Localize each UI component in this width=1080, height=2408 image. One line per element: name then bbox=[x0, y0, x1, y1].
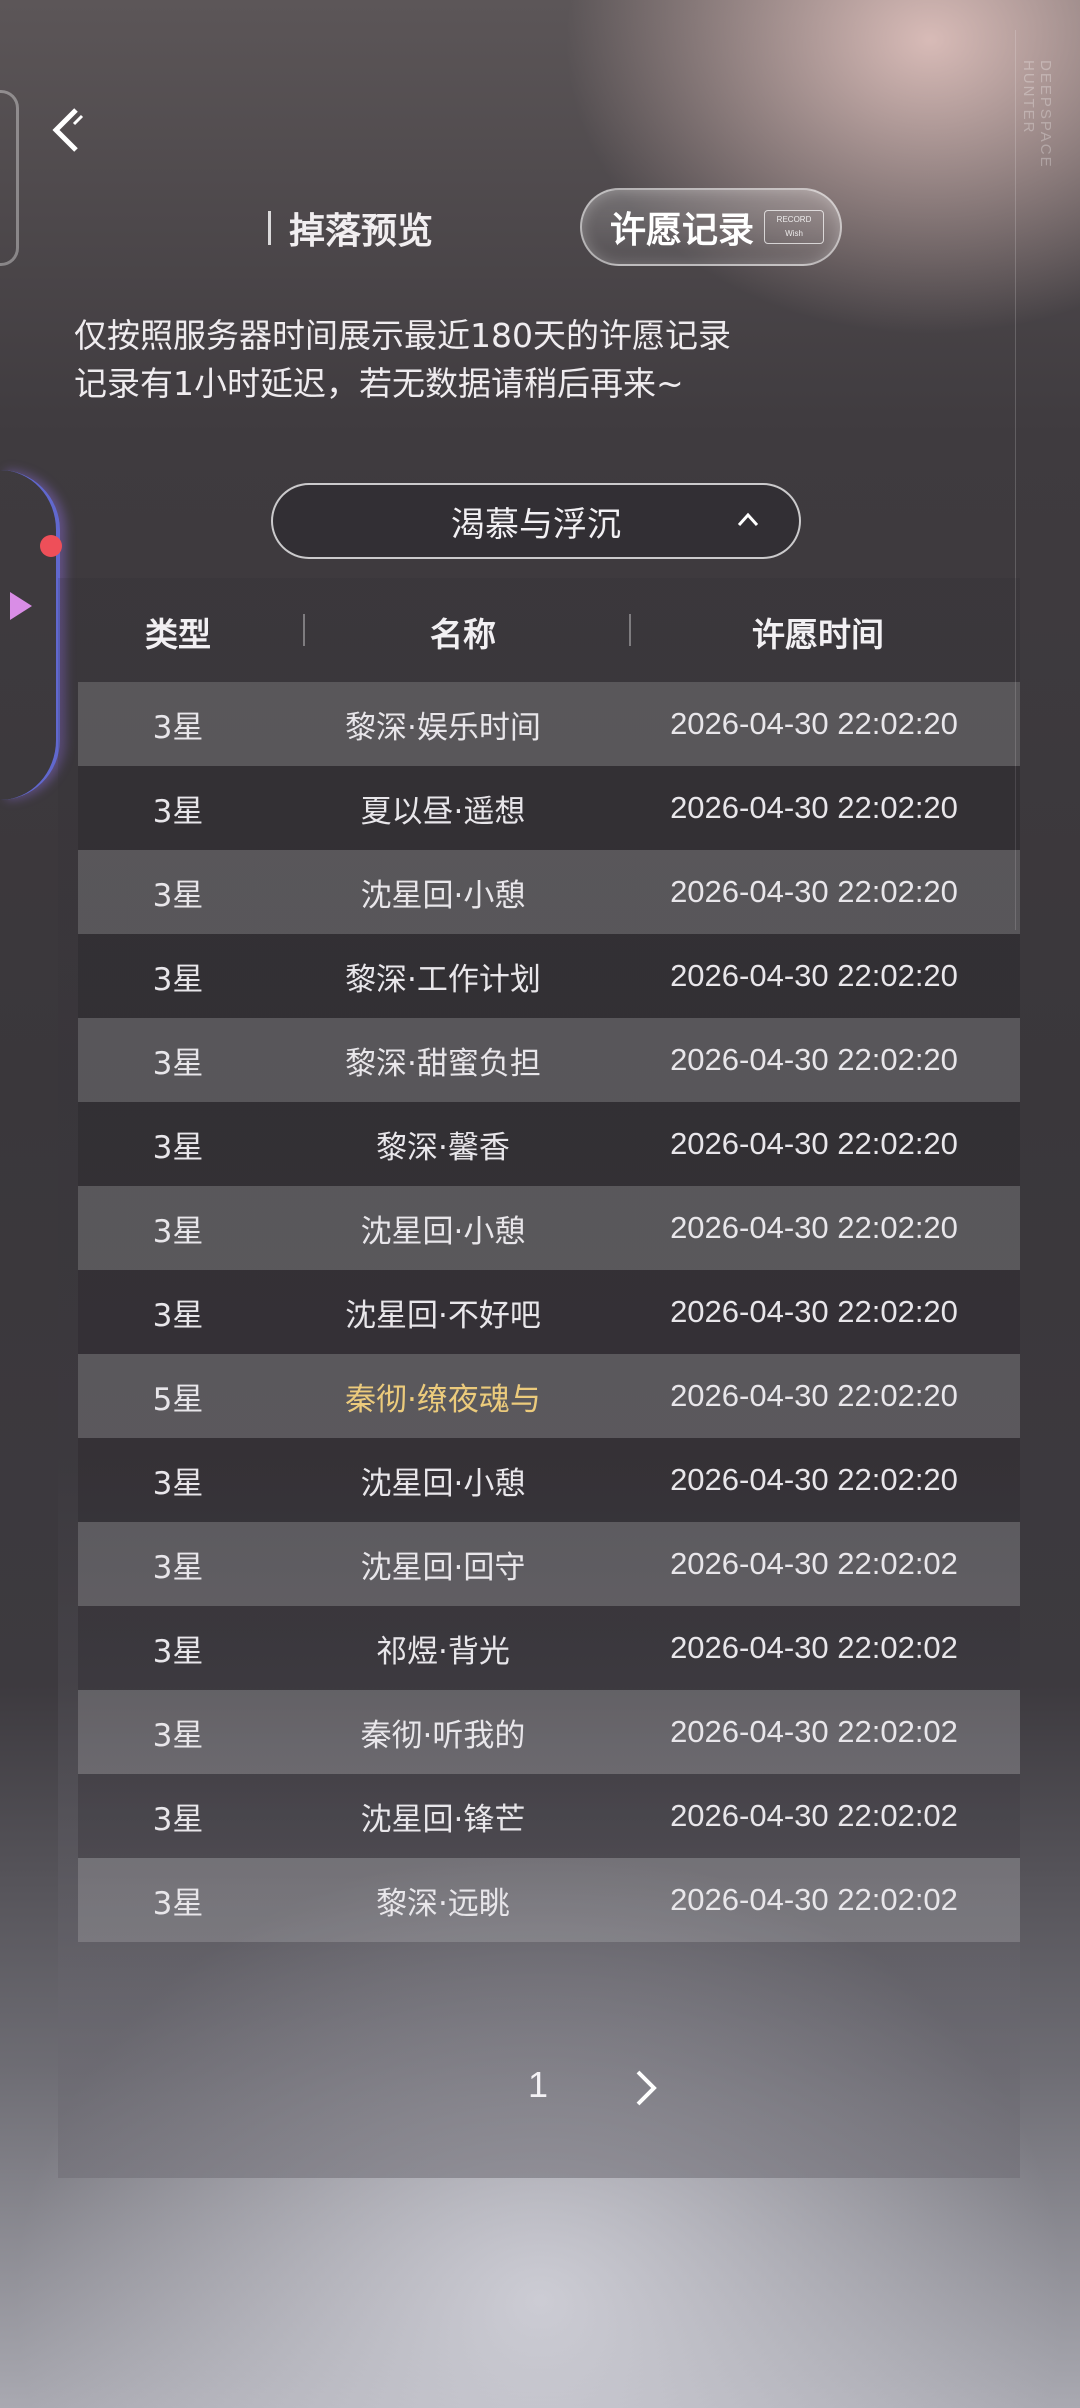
cell-name: 秦彻·听我的 bbox=[360, 1717, 526, 1754]
cell-name: 沈星回·回守 bbox=[360, 1549, 526, 1586]
cell-time: 2026-04-30 22:02:20 bbox=[670, 1210, 958, 1245]
cell-type: 3星 bbox=[152, 1465, 204, 1502]
cell-name: 沈星回·不好吧 bbox=[345, 1297, 541, 1334]
cell-time: 2026-04-30 22:02:20 bbox=[670, 874, 958, 909]
tab-wish-record-label: 许愿记录 bbox=[610, 209, 755, 251]
cell-time: 2026-04-30 22:02:20 bbox=[670, 1294, 958, 1329]
cell-time: 2026-04-30 22:02:20 bbox=[670, 790, 958, 825]
current-page[interactable]: 1 bbox=[528, 2064, 548, 2106]
table-row: 3星 夏以昼·遥想 2026-04-30 22:02:20 bbox=[78, 766, 1020, 850]
cell-time: 2026-04-30 22:02:20 bbox=[670, 1378, 958, 1413]
chevron-up-icon bbox=[737, 512, 759, 527]
table-row: 3星 沈星回·小憩 2026-04-30 22:02:20 bbox=[78, 1186, 1020, 1270]
cell-type: 3星 bbox=[152, 877, 204, 914]
cell-time: 2026-04-30 22:02:02 bbox=[670, 1882, 958, 1917]
cell-type: 3星 bbox=[152, 1213, 204, 1250]
cell-name: 沈星回·小憩 bbox=[360, 1213, 526, 1250]
cell-type: 3星 bbox=[152, 1297, 204, 1334]
table-row: 3星 秦彻·听我的 2026-04-30 22:02:02 bbox=[78, 1690, 1020, 1774]
tab-wish-record[interactable]: 许愿记录 RECORD Wish bbox=[580, 188, 842, 266]
table-row: 3星 沈星回·不好吧 2026-04-30 22:02:20 bbox=[78, 1270, 1020, 1354]
table-row: 3星 黎深·远眺 2026-04-30 22:02:02 bbox=[78, 1858, 1020, 1942]
tab-divider bbox=[268, 211, 271, 245]
cell-time: 2026-04-30 22:02:20 bbox=[670, 1042, 958, 1077]
wish-record-panel: 类型 名称 许愿时间 3星 黎深·娱乐时间 2026-04-30 22:02:20 3… bbox=[58, 578, 1020, 2178]
cell-name: 秦彻·缭夜魂与 bbox=[345, 1381, 541, 1418]
tab-drop-preview[interactable]: 掉落预览 bbox=[268, 198, 433, 258]
side-arrow-icon[interactable] bbox=[10, 592, 32, 620]
table-header: 类型 名称 许愿时间 bbox=[58, 578, 1020, 682]
notice-line-2: 记录有1小时延迟，若无数据请稍后再来~ bbox=[74, 364, 684, 403]
cell-time: 2026-04-30 22:02:02 bbox=[670, 1546, 958, 1581]
cell-type: 3星 bbox=[152, 1633, 204, 1670]
cell-name: 黎深·远眺 bbox=[376, 1885, 510, 1922]
table-row: 3星 黎深·馨香 2026-04-30 22:02:20 bbox=[78, 1102, 1020, 1186]
cell-time: 2026-04-30 22:02:02 bbox=[670, 1798, 958, 1833]
cell-name: 祁煜·背光 bbox=[376, 1633, 510, 1670]
cell-type: 3星 bbox=[152, 1885, 204, 1922]
table-row: 3星 黎深·娱乐时间 2026-04-30 22:02:20 bbox=[78, 682, 1020, 766]
cell-name: 沈星回·小憩 bbox=[360, 877, 526, 914]
cell-time: 2026-04-30 22:02:02 bbox=[670, 1714, 958, 1749]
cell-name: 沈星回·小憩 bbox=[360, 1465, 526, 1502]
chevron-right-icon[interactable] bbox=[628, 2066, 662, 2110]
notice-line-1: 仅按照服务器时间展示最近180天的许愿记录 bbox=[74, 316, 731, 355]
cell-time: 2026-04-30 22:02:20 bbox=[670, 706, 958, 741]
badge-line1: RECORD bbox=[776, 215, 812, 224]
cell-type: 3星 bbox=[152, 1801, 204, 1838]
cell-time: 2026-04-30 22:02:20 bbox=[670, 958, 958, 993]
cell-type: 3星 bbox=[152, 1549, 204, 1586]
cell-time: 2026-04-30 22:02:02 bbox=[670, 1630, 958, 1665]
cell-name: 黎深·娱乐时间 bbox=[345, 709, 541, 746]
cell-type: 3星 bbox=[152, 1717, 204, 1754]
badge-line2: Wish bbox=[785, 229, 803, 238]
table-row: 3星 沈星回·小憩 2026-04-30 22:02:20 bbox=[78, 850, 1020, 934]
side-tab-strip bbox=[0, 470, 60, 800]
cell-name: 沈星回·锋芒 bbox=[360, 1801, 526, 1838]
cell-name: 夏以昼·遥想 bbox=[360, 793, 526, 830]
banner-dropdown[interactable]: 渴慕与浮沉 bbox=[271, 483, 801, 559]
notification-dot bbox=[40, 535, 62, 557]
notice-text: 仅按照服务器时间展示最近180天的许愿记录 记录有1小时延迟，若无数据请稍后再来… bbox=[74, 312, 974, 408]
wish-record-list[interactable]: 3星 黎深·娱乐时间 2026-04-30 22:02:20 3星 夏以昼·遥想 2026… bbox=[78, 682, 1020, 1942]
table-row: 3星 沈星回·回守 2026-04-30 22:02:02 bbox=[78, 1522, 1020, 1606]
tab-drop-preview-label: 掉落预览 bbox=[289, 210, 434, 252]
cell-name: 黎深·馨香 bbox=[376, 1129, 510, 1166]
table-row: 5星 秦彻·缭夜魂与 2026-04-30 22:02:20 bbox=[78, 1354, 1020, 1438]
table-row: 3星 沈星回·锋芒 2026-04-30 22:02:02 bbox=[78, 1774, 1020, 1858]
header-type: 类型 bbox=[145, 615, 211, 654]
cell-type: 3星 bbox=[152, 793, 204, 830]
cell-type: 3星 bbox=[152, 961, 204, 998]
header-time: 许愿时间 bbox=[752, 615, 884, 654]
header-divider bbox=[629, 614, 631, 646]
table-row: 3星 祁煜·背光 2026-04-30 22:02:02 bbox=[78, 1606, 1020, 1690]
cell-time: 2026-04-30 22:02:20 bbox=[670, 1462, 958, 1497]
table-row: 3星 黎深·甜蜜负担 2026-04-30 22:02:20 bbox=[78, 1018, 1020, 1102]
cell-type: 3星 bbox=[152, 1045, 204, 1082]
header-name: 名称 bbox=[430, 615, 496, 654]
table-row: 3星 黎深·工作计划 2026-04-30 22:02:20 bbox=[78, 934, 1020, 1018]
cell-name: 黎深·工作计划 bbox=[345, 961, 541, 998]
cell-time: 2026-04-30 22:02:20 bbox=[670, 1126, 958, 1161]
tab-wish-record-badge: RECORD Wish bbox=[764, 210, 825, 244]
banner-dropdown-value: 渴慕与浮沉 bbox=[451, 504, 621, 545]
header-divider bbox=[303, 614, 305, 646]
cell-name: 黎深·甜蜜负担 bbox=[345, 1045, 541, 1082]
cell-type: 3星 bbox=[152, 709, 204, 746]
tab-bar: 掉落预览 许愿记录 RECORD Wish bbox=[0, 188, 1080, 268]
back-arrow-icon bbox=[52, 108, 84, 152]
cell-type: 5星 bbox=[152, 1381, 204, 1418]
cell-type: 3星 bbox=[152, 1129, 204, 1166]
pagination: 1 bbox=[58, 2058, 1020, 2118]
table-row: 3星 沈星回·小憩 2026-04-30 22:02:20 bbox=[78, 1438, 1020, 1522]
back-button[interactable] bbox=[42, 100, 94, 160]
